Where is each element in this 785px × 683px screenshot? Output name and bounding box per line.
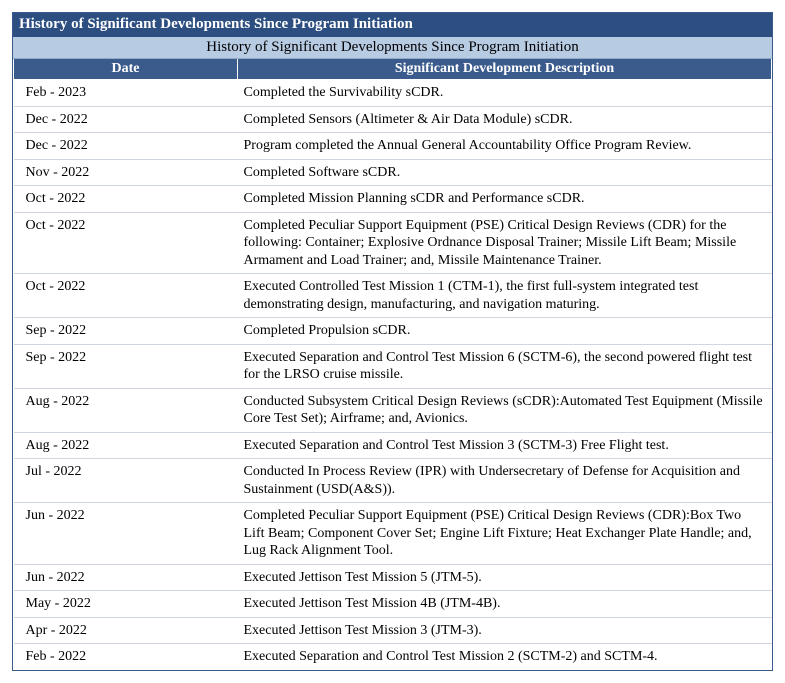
table-title: History of Significant Developments Sinc… [13, 13, 772, 37]
date-cell: Apr - 2022 [14, 617, 238, 644]
table-row: Oct - 2022Executed Controlled Test Missi… [14, 274, 772, 318]
desc-cell: Completed Peculiar Support Equipment (PS… [238, 503, 772, 565]
date-cell: May - 2022 [14, 591, 238, 618]
desc-cell: Executed Separation and Control Test Mis… [238, 432, 772, 459]
table-row: Jun - 2022Executed Jettison Test Mission… [14, 564, 772, 591]
table-row: Feb - 2023Completed the Survivability sC… [14, 80, 772, 107]
desc-cell: Completed the Survivability sCDR. [238, 80, 772, 107]
date-cell: Jun - 2022 [14, 503, 238, 565]
table-row: Feb - 2022Executed Separation and Contro… [14, 644, 772, 670]
date-cell: Oct - 2022 [14, 274, 238, 318]
date-cell: Jun - 2022 [14, 564, 238, 591]
desc-cell: Executed Jettison Test Mission 3 (JTM-3)… [238, 617, 772, 644]
table-row: Jul - 2022Conducted In Process Review (I… [14, 459, 772, 503]
desc-cell: Completed Sensors (Altimeter & Air Data … [238, 106, 772, 133]
desc-cell: Completed Software sCDR. [238, 159, 772, 186]
table-row: Nov - 2022Completed Software sCDR. [14, 159, 772, 186]
desc-cell: Program completed the Annual General Acc… [238, 133, 772, 160]
desc-cell: Executed Separation and Control Test Mis… [238, 644, 772, 670]
date-cell: Sep - 2022 [14, 318, 238, 345]
date-cell: Oct - 2022 [14, 212, 238, 274]
desc-cell: Completed Mission Planning sCDR and Perf… [238, 186, 772, 213]
table-row: Aug - 2022Conducted Subsystem Critical D… [14, 388, 772, 432]
col-header-desc: Significant Development Description [238, 59, 772, 80]
desc-cell: Completed Peculiar Support Equipment (PS… [238, 212, 772, 274]
table-row: Jun - 2022Completed Peculiar Support Equ… [14, 503, 772, 565]
date-cell: Feb - 2023 [14, 80, 238, 107]
date-cell: Jul - 2022 [14, 459, 238, 503]
date-cell: Nov - 2022 [14, 159, 238, 186]
desc-cell: Conducted Subsystem Critical Design Revi… [238, 388, 772, 432]
history-table: Date Significant Development Description… [13, 59, 772, 670]
table-header-row: Date Significant Development Description [14, 59, 772, 80]
history-table-container: History of Significant Developments Sinc… [12, 12, 773, 671]
desc-cell: Executed Jettison Test Mission 5 (JTM-5)… [238, 564, 772, 591]
date-cell: Dec - 2022 [14, 106, 238, 133]
table-row: Sep - 2022Executed Separation and Contro… [14, 344, 772, 388]
table-row: Oct - 2022Completed Peculiar Support Equ… [14, 212, 772, 274]
desc-cell: Completed Propulsion sCDR. [238, 318, 772, 345]
date-cell: Aug - 2022 [14, 432, 238, 459]
table-row: Sep - 2022Completed Propulsion sCDR. [14, 318, 772, 345]
table-row: Dec - 2022Program completed the Annual G… [14, 133, 772, 160]
date-cell: Feb - 2022 [14, 644, 238, 670]
table-row: Dec - 2022Completed Sensors (Altimeter &… [14, 106, 772, 133]
desc-cell: Executed Controlled Test Mission 1 (CTM-… [238, 274, 772, 318]
table-row: Apr - 2022Executed Jettison Test Mission… [14, 617, 772, 644]
table-subtitle: History of Significant Developments Sinc… [13, 37, 772, 59]
date-cell: Aug - 2022 [14, 388, 238, 432]
col-header-date: Date [14, 59, 238, 80]
table-row: Oct - 2022Completed Mission Planning sCD… [14, 186, 772, 213]
desc-cell: Executed Separation and Control Test Mis… [238, 344, 772, 388]
desc-cell: Conducted In Process Review (IPR) with U… [238, 459, 772, 503]
table-row: Aug - 2022Executed Separation and Contro… [14, 432, 772, 459]
date-cell: Dec - 2022 [14, 133, 238, 160]
date-cell: Sep - 2022 [14, 344, 238, 388]
date-cell: Oct - 2022 [14, 186, 238, 213]
desc-cell: Executed Jettison Test Mission 4B (JTM-4… [238, 591, 772, 618]
table-row: May - 2022Executed Jettison Test Mission… [14, 591, 772, 618]
